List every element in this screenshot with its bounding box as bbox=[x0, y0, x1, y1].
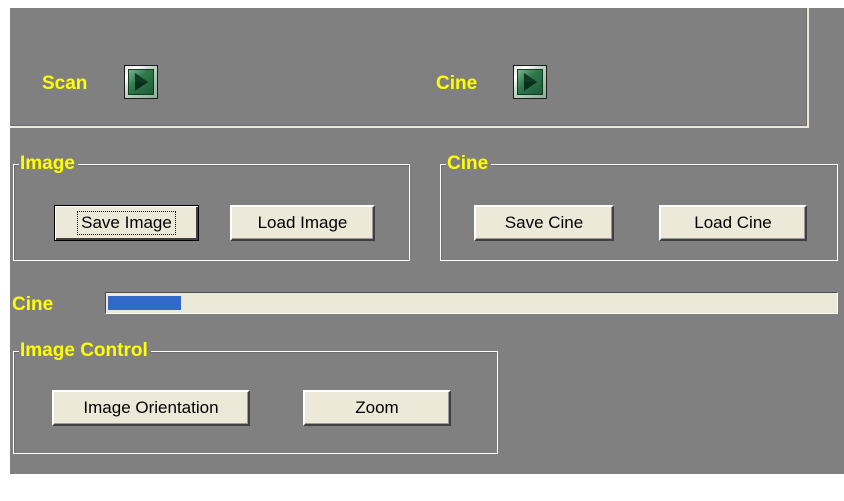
scan-label: Scan bbox=[42, 73, 88, 94]
image-control-groupbox: Image Control Image Orientation Zoom bbox=[13, 340, 498, 454]
play-icon bbox=[128, 69, 154, 95]
image-group-title: Image bbox=[19, 153, 78, 175]
save-image-label: Save Image bbox=[77, 211, 176, 235]
cine-play-button[interactable] bbox=[513, 65, 547, 99]
cine-progress-fill bbox=[108, 296, 181, 310]
save-cine-label: Save Cine bbox=[504, 213, 584, 232]
play-icon bbox=[517, 69, 543, 95]
image-orientation-label: Image Orientation bbox=[83, 398, 219, 417]
cine-label: Cine bbox=[436, 73, 478, 94]
control-panel: Scan Cine Image Save Image Load Image Ci… bbox=[10, 8, 844, 474]
save-image-button[interactable]: Save Image bbox=[54, 205, 199, 241]
load-cine-label: Load Cine bbox=[694, 213, 772, 232]
load-image-button[interactable]: Load Image bbox=[230, 205, 375, 241]
load-cine-button[interactable]: Load Cine bbox=[659, 205, 807, 241]
load-image-label: Load Image bbox=[257, 213, 348, 232]
scan-play-button[interactable] bbox=[124, 65, 158, 99]
zoom-label: Zoom bbox=[355, 398, 399, 417]
save-cine-button[interactable]: Save Cine bbox=[474, 205, 614, 241]
image-control-group-title: Image Control bbox=[19, 340, 151, 362]
cine-groupbox: Cine Save Cine Load Cine bbox=[440, 153, 838, 261]
cine-progress-bar bbox=[105, 292, 838, 314]
image-orientation-button[interactable]: Image Orientation bbox=[52, 390, 250, 426]
image-groupbox: Image Save Image Load Image bbox=[13, 153, 410, 261]
cine-progress-label: Cine bbox=[12, 294, 54, 315]
zoom-button[interactable]: Zoom bbox=[303, 390, 451, 426]
cine-group-title: Cine bbox=[446, 153, 492, 175]
